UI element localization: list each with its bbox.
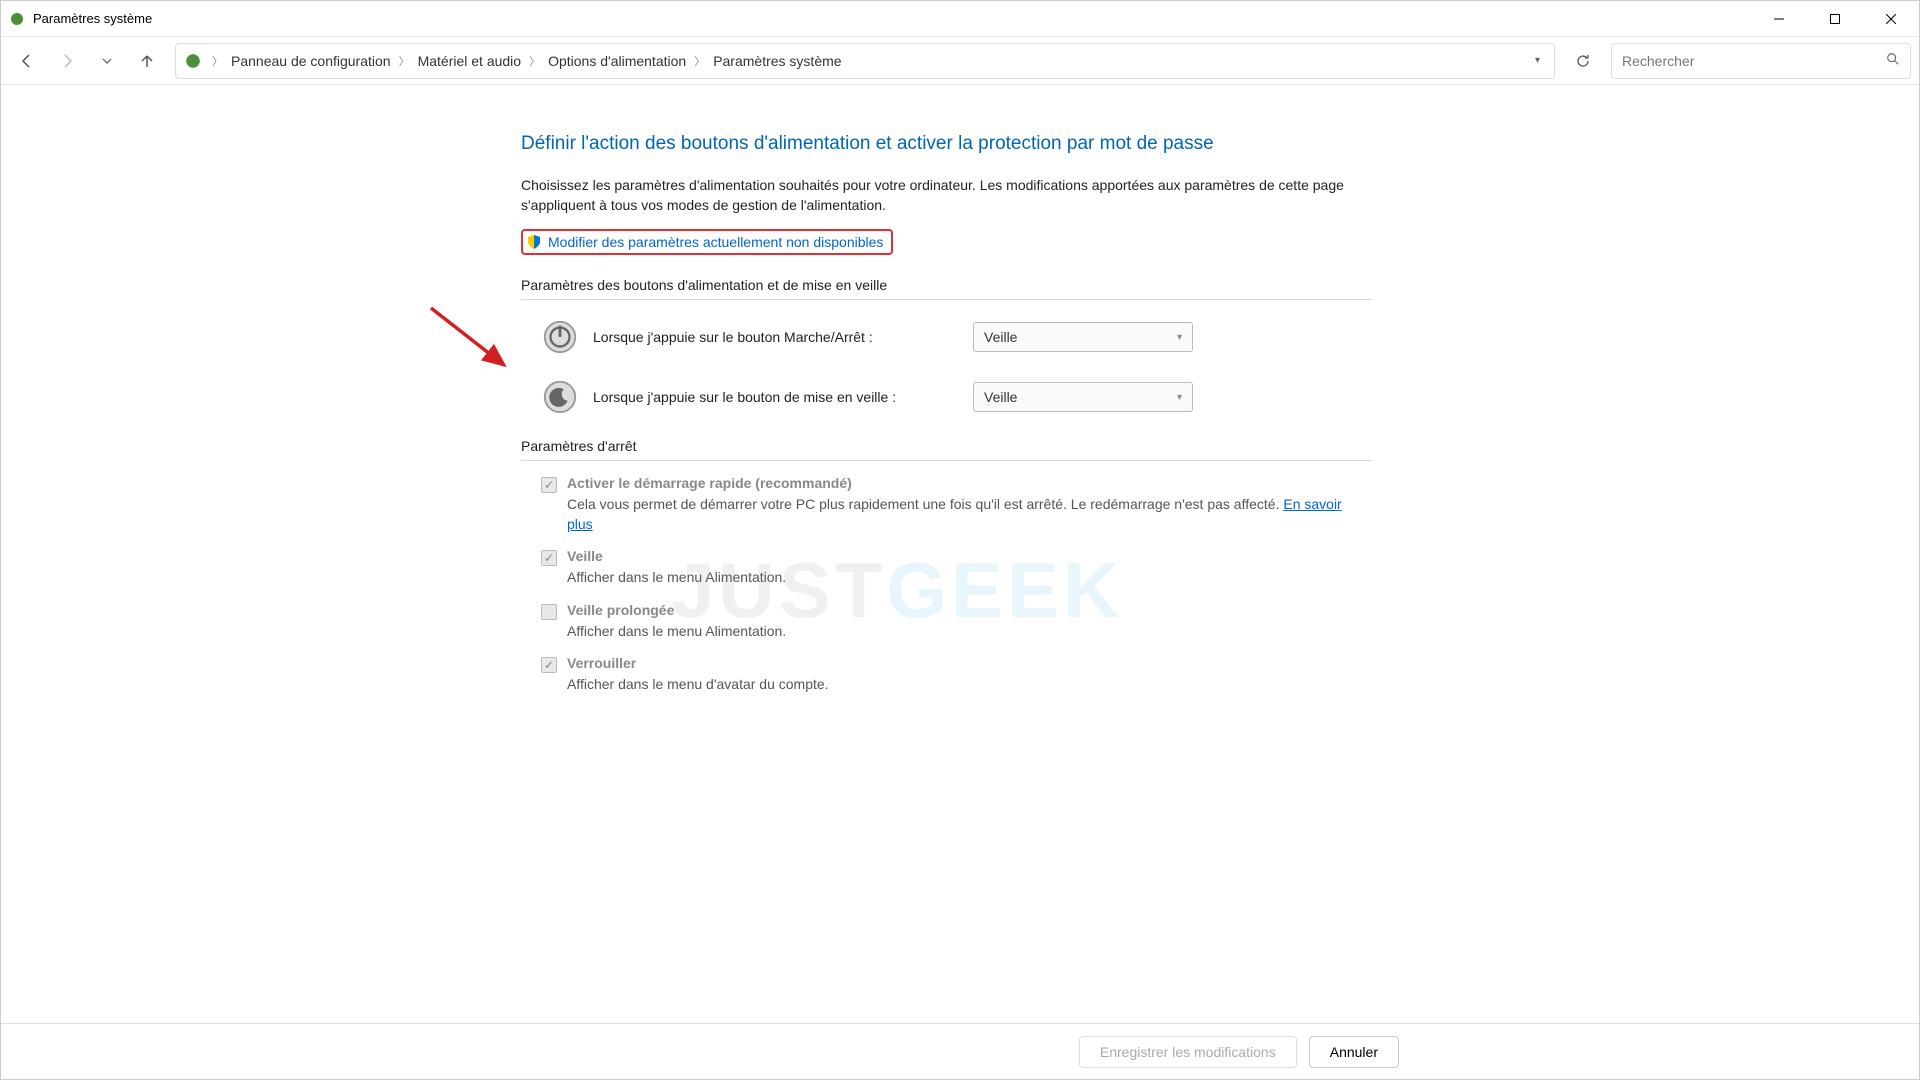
hibernate-label: Veille prolongée <box>567 602 674 618</box>
power-button-action-value: Veille <box>984 329 1017 345</box>
search-icon[interactable] <box>1886 52 1900 69</box>
sleep-button-setting-row: Lorsque j'appuie sur le bouton de mise e… <box>521 378 1371 416</box>
chevron-right-icon: 〉 <box>690 53 709 69</box>
breadcrumb-system-settings: Paramètres système <box>709 53 845 69</box>
fastboot-label: Activer le démarrage rapide (recommandé) <box>567 475 852 491</box>
power-button-icon <box>541 318 579 356</box>
fastboot-check-row: Activer le démarrage rapide (recommandé)… <box>521 475 1371 534</box>
breadcrumb-hardware[interactable]: Matériel et audio <box>414 53 526 69</box>
cancel-button[interactable]: Annuler <box>1309 1036 1399 1068</box>
chevron-right-icon: 〉 <box>525 53 544 69</box>
change-unavailable-settings-link[interactable]: Modifier des paramètres actuellement non… <box>548 234 883 250</box>
power-button-section-header: Paramètres des boutons d'alimentation et… <box>521 277 1371 300</box>
search-input[interactable] <box>1622 53 1886 69</box>
back-button[interactable] <box>9 43 45 79</box>
power-button-action-select[interactable]: Veille ▾ <box>973 322 1193 352</box>
lock-checkbox <box>541 657 557 673</box>
sleep-check-row: Veille Afficher dans le menu Alimentatio… <box>521 548 1371 588</box>
sleep-button-label: Lorsque j'appuie sur le bouton de mise e… <box>593 389 973 405</box>
minimize-button[interactable] <box>1751 1 1807 37</box>
history-dropdown-button[interactable] <box>89 43 125 79</box>
sleep-checkbox <box>541 550 557 566</box>
chevron-right-icon: 〉 <box>208 53 227 69</box>
lock-check-row: Verrouiller Afficher dans le menu d'avat… <box>521 655 1371 695</box>
search-box[interactable] <box>1611 43 1911 79</box>
sleep-option-label: Veille <box>567 548 603 564</box>
maximize-button[interactable] <box>1807 1 1863 37</box>
fastboot-description: Cela vous permet de démarrer votre PC pl… <box>567 495 1371 534</box>
close-button[interactable] <box>1863 1 1919 37</box>
annotation-arrow <box>426 303 526 383</box>
uac-link-highlight: Modifier des paramètres actuellement non… <box>521 229 893 255</box>
fastboot-checkbox <box>541 477 557 493</box>
breadcrumb-dropdown-button[interactable]: ▾ <box>1529 55 1546 66</box>
chevron-down-icon: ▾ <box>1177 332 1182 343</box>
titlebar: Paramètres système <box>1 1 1919 37</box>
content-area: JUSTGEEK Définir l'action des boutons d'… <box>1 85 1919 1023</box>
power-button-label: Lorsque j'appuie sur le bouton Marche/Ar… <box>593 329 973 345</box>
hibernate-checkbox <box>541 604 557 620</box>
navbar: 〉 Panneau de configuration 〉 Matériel et… <box>1 37 1919 85</box>
chevron-down-icon: ▾ <box>1177 392 1182 403</box>
shield-icon <box>526 234 542 250</box>
forward-button[interactable] <box>49 43 85 79</box>
power-button-setting-row: Lorsque j'appuie sur le bouton Marche/Ar… <box>521 318 1371 356</box>
footer: Enregistrer les modifications Annuler <box>1 1023 1919 1079</box>
breadcrumb-power-options[interactable]: Options d'alimentation <box>544 53 690 69</box>
hibernate-description: Afficher dans le menu Alimentation. <box>567 622 1371 642</box>
lock-description: Afficher dans le menu d'avatar du compte… <box>567 675 1371 695</box>
chevron-right-icon: 〉 <box>395 53 414 69</box>
sleep-option-description: Afficher dans le menu Alimentation. <box>567 568 1371 588</box>
refresh-button[interactable] <box>1565 43 1601 79</box>
hibernate-check-row: Veille prolongée Afficher dans le menu A… <box>521 602 1371 642</box>
up-button[interactable] <box>129 43 165 79</box>
sleep-button-action-select[interactable]: Veille ▾ <box>973 382 1193 412</box>
sleep-button-icon <box>541 378 579 416</box>
sleep-button-action-value: Veille <box>984 389 1017 405</box>
window-title: Paramètres système <box>33 11 1751 26</box>
save-button: Enregistrer les modifications <box>1079 1036 1297 1068</box>
breadcrumb-control-panel[interactable]: Panneau de configuration <box>227 53 395 69</box>
breadcrumb[interactable]: 〉 Panneau de configuration 〉 Matériel et… <box>175 43 1555 79</box>
lock-label: Verrouiller <box>567 655 636 671</box>
control-panel-icon <box>184 52 202 70</box>
power-options-icon <box>9 11 25 27</box>
page-title: Définir l'action des boutons d'alimentat… <box>521 130 1371 159</box>
shutdown-section-header: Paramètres d'arrêt <box>521 438 1371 461</box>
page-description: Choisissez les paramètres d'alimentation… <box>521 175 1371 216</box>
